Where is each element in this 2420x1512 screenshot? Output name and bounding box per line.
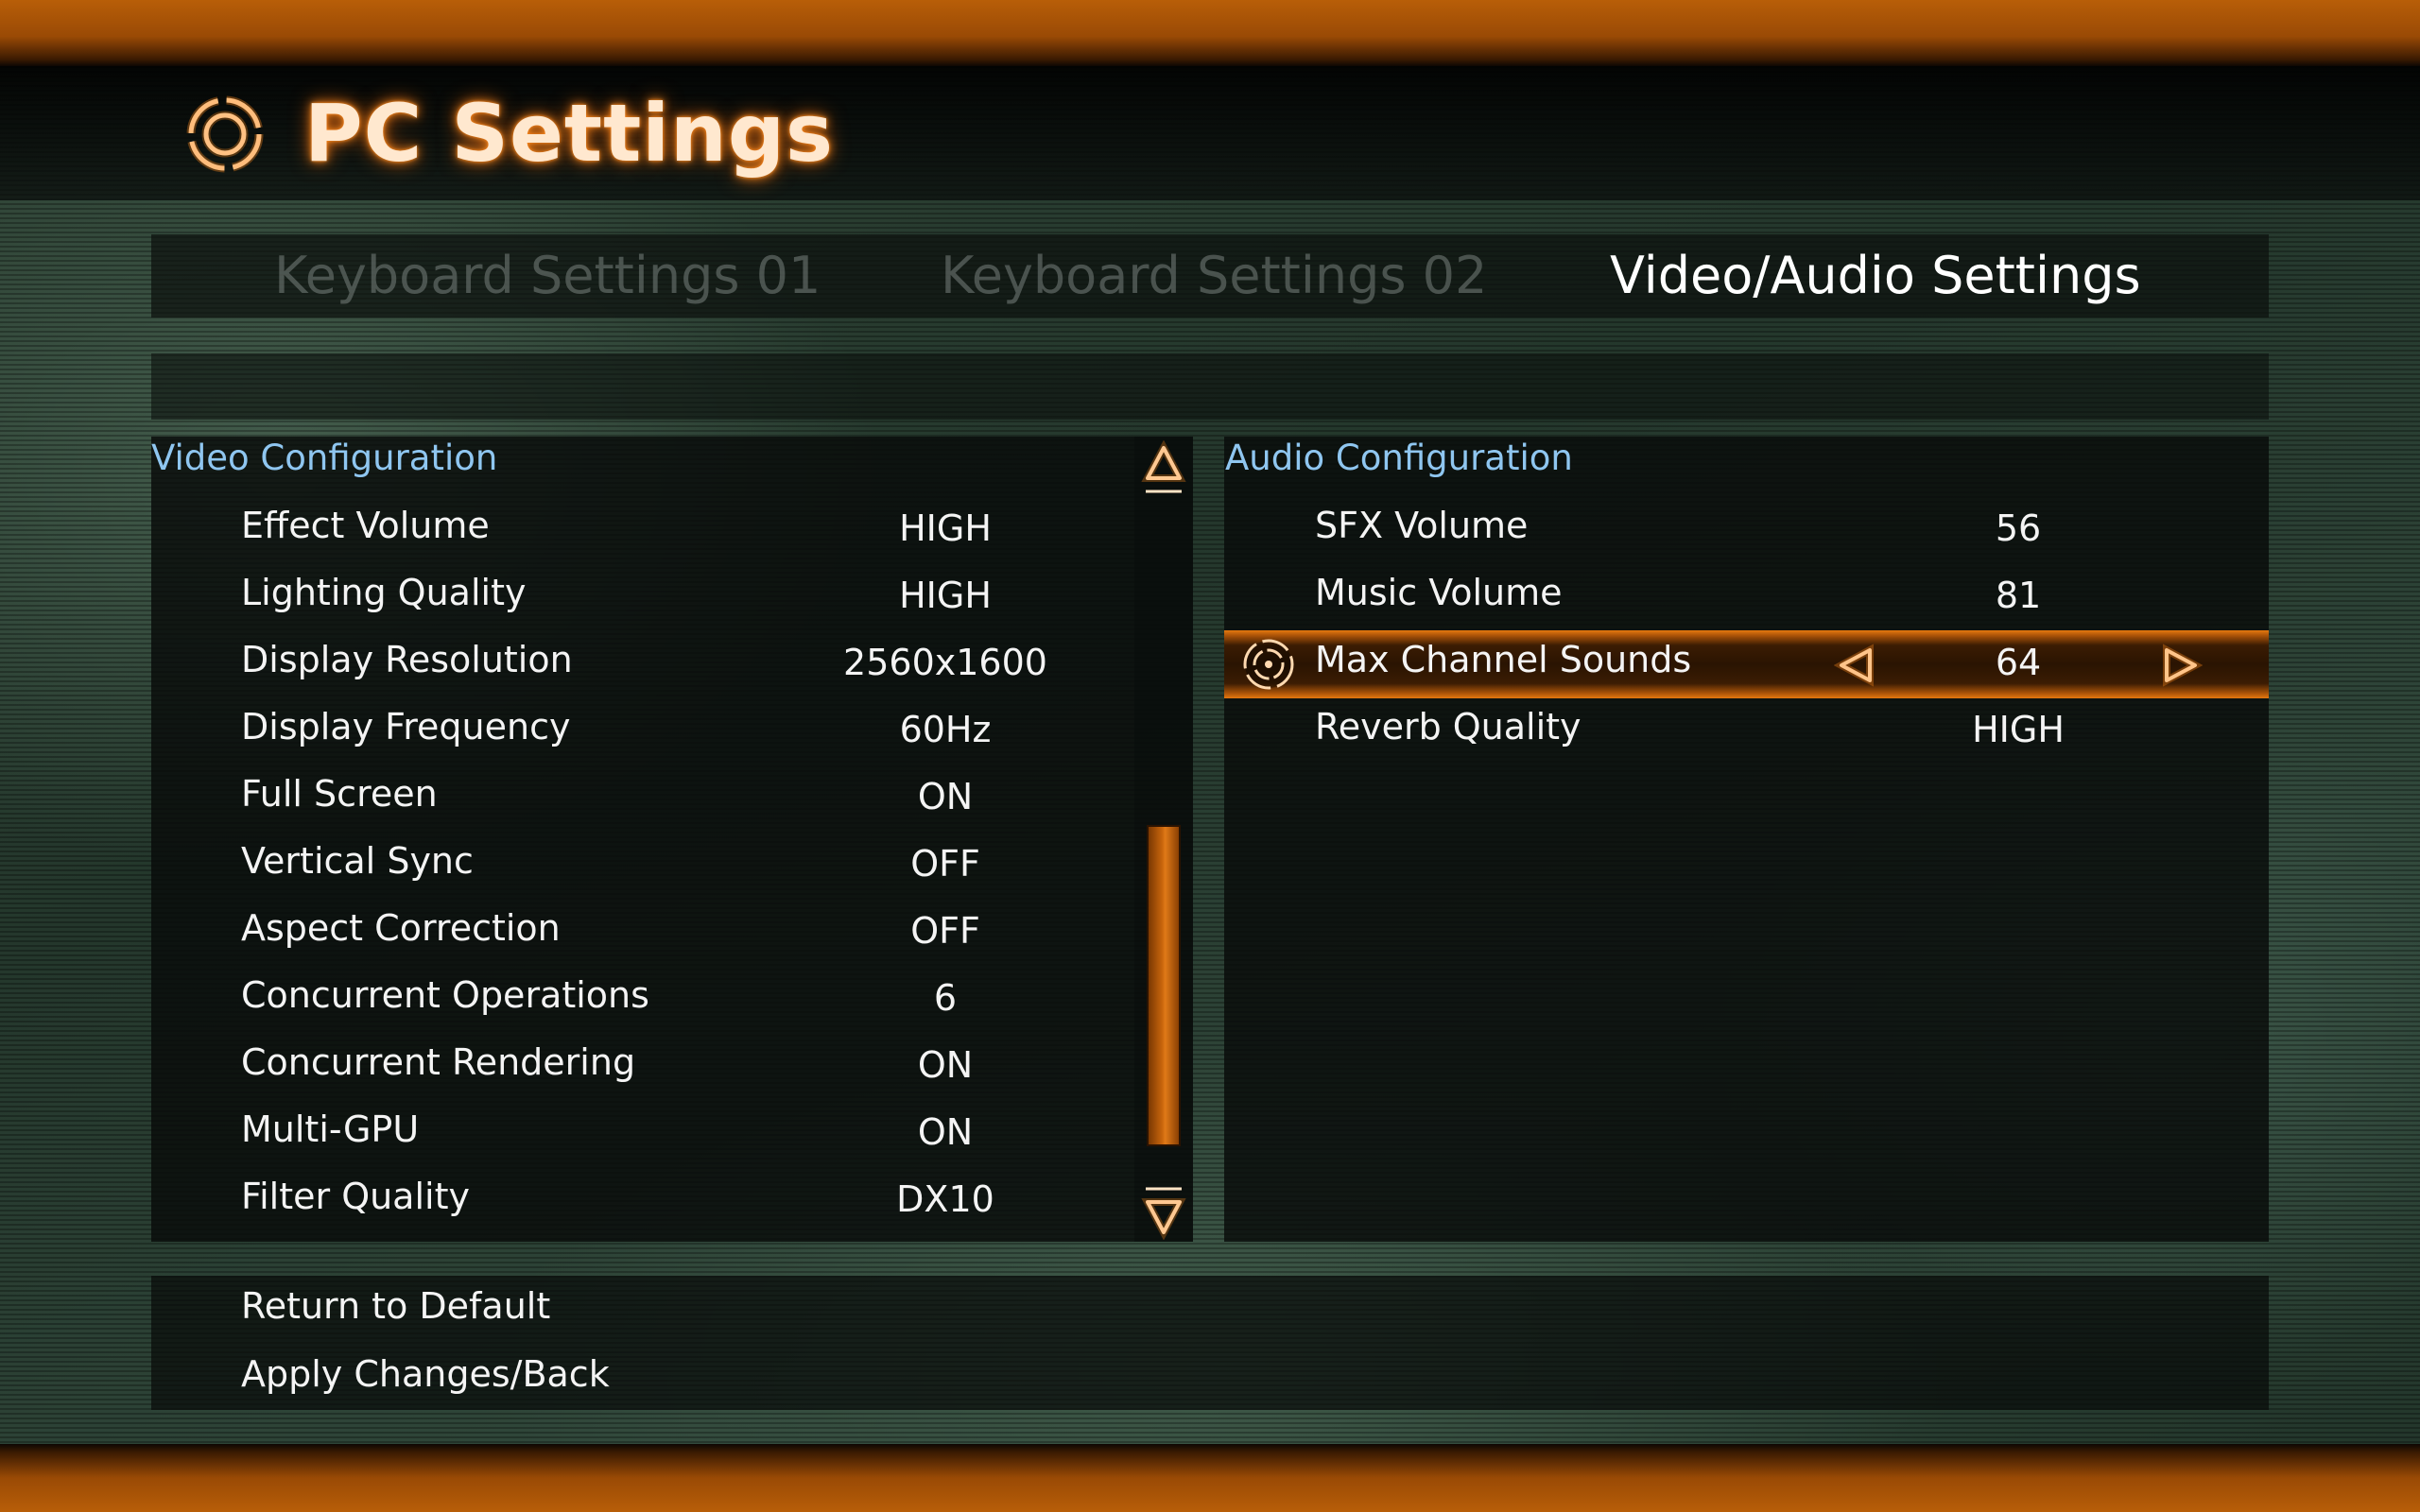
page-title: PC Settings: [304, 87, 834, 180]
setting-label-display-resolution[interactable]: Display Resolution: [241, 635, 573, 684]
setting-value-concurrent-rendering[interactable]: ON: [822, 1040, 1068, 1090]
setting-label-concurrent-rendering[interactable]: Concurrent Rendering: [241, 1038, 635, 1087]
setting-value-sfx-volume[interactable]: 56: [1895, 504, 2141, 553]
setting-value-music-volume[interactable]: 81: [1895, 571, 2141, 620]
sub-header-bar: [151, 353, 2269, 420]
setting-label-sfx-volume[interactable]: SFX Volume: [1315, 501, 1528, 550]
return-to-default-button[interactable]: Return to Default: [241, 1281, 550, 1331]
setting-label-display-frequency[interactable]: Display Frequency: [241, 702, 570, 751]
setting-value-display-resolution[interactable]: 2560x1600: [822, 638, 1068, 687]
setting-value-vertical-sync[interactable]: OFF: [822, 839, 1068, 888]
scroll-down-arrow-icon[interactable]: [1140, 1183, 1187, 1240]
setting-value-aspect-correction[interactable]: OFF: [822, 906, 1068, 955]
scrollbar-thumb[interactable]: [1147, 825, 1181, 1146]
setting-label-filter-quality[interactable]: Filter Quality: [241, 1172, 470, 1221]
top-accent-bar: [0, 0, 2420, 66]
setting-label-vertical-sync[interactable]: Vertical Sync: [241, 836, 474, 885]
setting-label-concurrent-operations[interactable]: Concurrent Operations: [241, 971, 649, 1020]
scroll-up-arrow-icon[interactable]: [1140, 440, 1187, 497]
setting-value-full-screen[interactable]: ON: [822, 772, 1068, 821]
setting-value-lighting-quality[interactable]: HIGH: [822, 571, 1068, 620]
setting-label-max-channel-sounds[interactable]: Max Channel Sounds: [1315, 635, 1691, 684]
apply-changes-back-button[interactable]: Apply Changes/Back: [241, 1349, 610, 1399]
tab-keyboard-settings-01[interactable]: Keyboard Settings 01: [274, 234, 821, 318]
gear-ring-icon: [186, 95, 264, 173]
setting-label-music-volume[interactable]: Music Volume: [1315, 568, 1563, 617]
setting-label-effect-volume[interactable]: Effect Volume: [241, 501, 490, 550]
setting-value-filter-quality[interactable]: DX10: [822, 1175, 1068, 1224]
setting-value-concurrent-operations[interactable]: 6: [822, 973, 1068, 1022]
audio-section-title: Audio Configuration: [1225, 438, 1573, 478]
setting-value-effect-volume[interactable]: HIGH: [822, 504, 1068, 553]
selection-gear-icon: [1243, 639, 1294, 690]
setting-label-full-screen[interactable]: Full Screen: [241, 769, 438, 818]
setting-label-multi-gpu[interactable]: Multi-GPU: [241, 1105, 419, 1154]
tab-bar: Keyboard Settings 01 Keyboard Settings 0…: [151, 234, 2269, 318]
audio-configuration-panel: [1224, 437, 2269, 1242]
setting-value-display-frequency[interactable]: 60Hz: [822, 705, 1068, 754]
setting-value-reverb-quality[interactable]: HIGH: [1895, 705, 2141, 754]
increase-arrow-icon[interactable]: [2157, 643, 2203, 688]
bottom-accent-bar: [0, 1444, 2420, 1512]
decrease-arrow-icon[interactable]: [1834, 643, 1879, 688]
setting-value-max-channel-sounds[interactable]: 64: [1895, 638, 2141, 687]
setting-value-multi-gpu[interactable]: ON: [822, 1108, 1068, 1157]
setting-label-aspect-correction[interactable]: Aspect Correction: [241, 903, 561, 953]
setting-label-lighting-quality[interactable]: Lighting Quality: [241, 568, 526, 617]
tab-video-audio-settings[interactable]: Video/Audio Settings: [1610, 234, 2141, 318]
setting-label-reverb-quality[interactable]: Reverb Quality: [1315, 702, 1582, 751]
tab-keyboard-settings-02[interactable]: Keyboard Settings 02: [941, 234, 1487, 318]
video-section-title: Video Configuration: [151, 438, 498, 478]
